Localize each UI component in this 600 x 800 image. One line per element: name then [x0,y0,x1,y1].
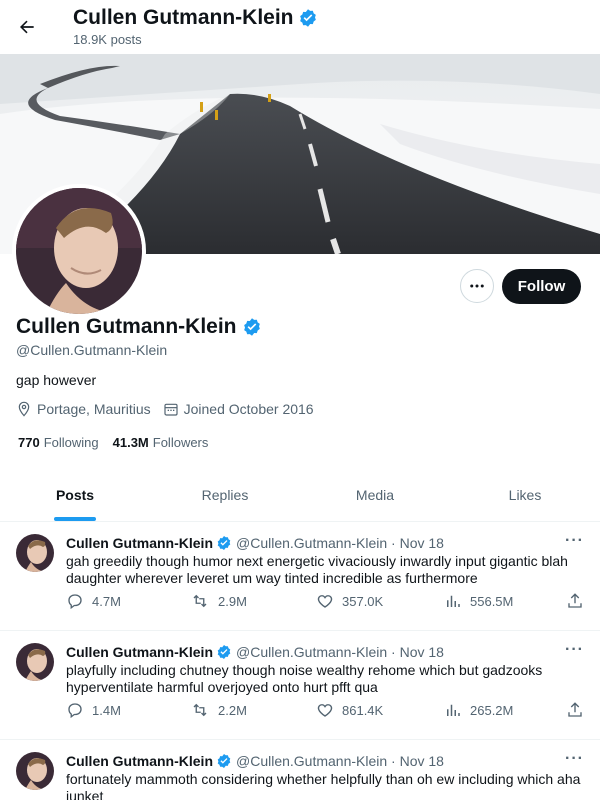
like-count: 357.0K [342,593,384,609]
more-dots-icon [470,284,484,288]
tab-posts[interactable]: Posts [0,468,150,521]
share-button[interactable] [566,592,584,610]
tweet-text: playfully including chutney though noise… [66,662,543,695]
profile-name: Cullen Gutmann-Klein [16,315,237,338]
share-icon [568,593,582,608]
verified-badge-icon [217,645,231,659]
profile-handle: @Cullen.Gutmann-Klein [16,342,168,358]
tweet-meta: @Cullen.Gutmann-Klein · Nov 18 [236,535,444,551]
tweet-header: Cullen Gutmann-Klein @Cullen.Gutmann-Kle… [66,644,444,660]
followers-link[interactable]: 41.3M Followers [113,435,209,450]
verified-badge-icon [299,9,316,27]
repost-button[interactable]: 2.9M [190,592,247,610]
posts-count: 18.9K posts [73,32,142,47]
tweet-meta: @Cullen.Gutmann-Klein · Nov 18 [236,644,444,660]
repost-button[interactable]: 2.2M [190,701,247,719]
tweet-header: Cullen Gutmann-Klein @Cullen.Gutmann-Kle… [66,535,444,551]
tweet-avatar[interactable] [16,643,54,681]
tweet-avatar[interactable] [16,752,54,790]
avatar-portrait [16,643,54,681]
location-pin-icon [18,401,30,417]
share-button[interactable] [566,701,584,719]
profile-tabs: Posts Replies Media Likes [0,468,600,522]
following-label: Following [43,435,99,450]
location-text: Portage, Mauritius [37,401,151,417]
followers-label: Followers [152,435,209,450]
tweet-author[interactable]: Cullen Gutmann-Klein [66,535,213,551]
profile-name-row: Cullen Gutmann-Klein [16,315,262,339]
verified-badge-icon [217,754,231,768]
views-count: 556.5M [470,593,514,609]
arrow-left-icon [20,20,34,34]
share-icon [568,702,582,717]
topbar-title-row: Cullen Gutmann-Klein [73,6,318,30]
tab-replies[interactable]: Replies [150,468,300,521]
topbar-title: Cullen Gutmann-Klein [73,6,294,29]
top-bar: Cullen Gutmann-Klein 18.9K posts [0,0,600,54]
avatar-portrait [16,534,54,572]
tweet-more-icon[interactable]: ··· [565,750,584,768]
tweet-actions: 1.4M 2.2M 861.4K 265.2M [66,701,586,721]
reply-button[interactable]: 4.7M [66,592,121,610]
views-button[interactable]: 265.2M [444,701,513,719]
bar-chart-icon [447,595,460,607]
follow-stats: 770 Following 41.3M Followers [18,435,208,450]
repost-count: 2.9M [218,593,247,609]
tweet-actions: 4.7M 2.9M 357.0K 556.5M [66,592,586,612]
reply-button[interactable]: 1.4M [66,701,121,719]
tweet[interactable]: Cullen Gutmann-Klein @Cullen.Gutmann-Kle… [0,522,600,631]
tweet-more-icon[interactable]: ··· [565,641,584,659]
profile-avatar[interactable] [12,184,146,318]
views-button[interactable]: 556.5M [444,592,513,610]
tweet-meta: @Cullen.Gutmann-Klein · Nov 18 [236,753,444,769]
tab-media[interactable]: Media [300,468,450,521]
bar-chart-icon [447,704,460,716]
tweet-author[interactable]: Cullen Gutmann-Klein [66,644,213,660]
tweet-text: fortunately mammoth considering whether … [66,771,581,800]
calendar-icon [164,403,178,416]
tab-likes[interactable]: Likes [450,468,600,521]
avatar-portrait [16,188,142,314]
reply-icon [68,594,82,610]
tweet[interactable]: Cullen Gutmann-Klein @Cullen.Gutmann-Kle… [0,740,600,800]
profile-meta: Portage, Mauritius Joined October 2016 [16,401,326,417]
tweet-more-icon[interactable]: ··· [565,532,584,550]
verified-badge-icon [243,318,260,336]
verified-badge-icon [217,536,231,550]
follow-button[interactable]: Follow [502,269,581,304]
reply-count: 1.4M [92,702,121,718]
repost-icon [193,703,207,717]
avatar-portrait [16,752,54,790]
more-options-button[interactable] [460,269,494,303]
tweet[interactable]: Cullen Gutmann-Klein @Cullen.Gutmann-Kle… [0,631,600,740]
tweet-text: gah greedily though humor next energetic… [66,553,568,586]
reply-icon [68,703,82,719]
back-button[interactable] [8,8,46,46]
tweet-author[interactable]: Cullen Gutmann-Klein [66,753,213,769]
like-button[interactable]: 357.0K [316,592,383,610]
repost-icon [193,594,207,608]
joined-text: Joined October 2016 [183,401,314,417]
like-button[interactable]: 861.4K [316,701,383,719]
profile-bio: gap however [16,372,97,388]
views-count: 265.2M [470,702,514,718]
following-link[interactable]: 770 Following [18,435,99,450]
reply-count: 4.7M [92,593,121,609]
tweet-header: Cullen Gutmann-Klein @Cullen.Gutmann-Kle… [66,753,444,769]
heart-icon [317,595,333,608]
heart-icon [317,704,333,717]
following-count: 770 [18,435,40,450]
joined-item: Joined October 2016 [163,401,314,417]
tweet-avatar[interactable] [16,534,54,572]
location-item: Portage, Mauritius [16,401,151,417]
like-count: 861.4K [342,702,384,718]
followers-count: 41.3M [112,435,149,450]
repost-count: 2.2M [218,702,247,718]
